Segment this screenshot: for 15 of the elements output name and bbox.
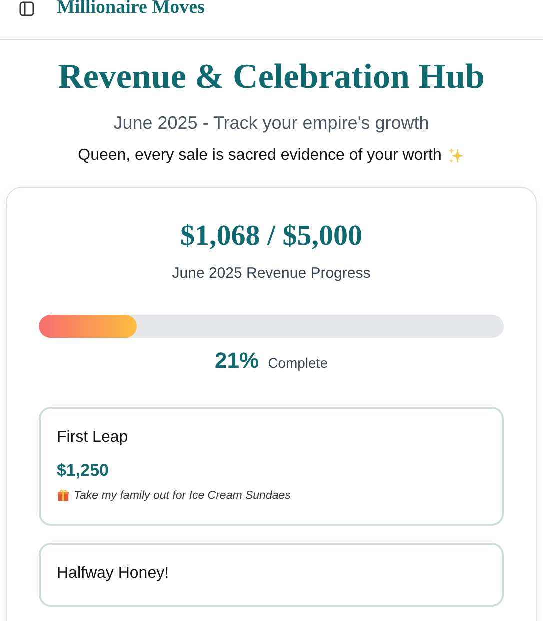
milestone-title: Halfway Honey! xyxy=(57,565,170,583)
progress-label: June 2025 Revenue Progress xyxy=(171,265,372,282)
sparkles-icon xyxy=(446,147,465,165)
sidebar-toggle-icon[interactable] xyxy=(19,1,35,17)
revenue-amount: $1,068 / $5,000 xyxy=(179,220,364,253)
milestone-title: First Leap xyxy=(57,429,130,447)
milestone-amount: $1,250 xyxy=(57,461,110,481)
percent-value: 21% xyxy=(215,348,260,374)
tagline: Queen, every sale is sacred evidence of your worth xyxy=(78,147,442,165)
page-subtitle: June 2025 - Track your empire's growth xyxy=(112,113,430,134)
milestone-reward: Take my family out for Ice Cream Sundaes xyxy=(74,490,291,502)
app-title: Millionaire Moves xyxy=(57,0,205,17)
page-title: Revenue & Celebration Hub xyxy=(57,56,486,98)
percent-label: Complete xyxy=(268,355,328,371)
gift-icon xyxy=(57,489,70,502)
